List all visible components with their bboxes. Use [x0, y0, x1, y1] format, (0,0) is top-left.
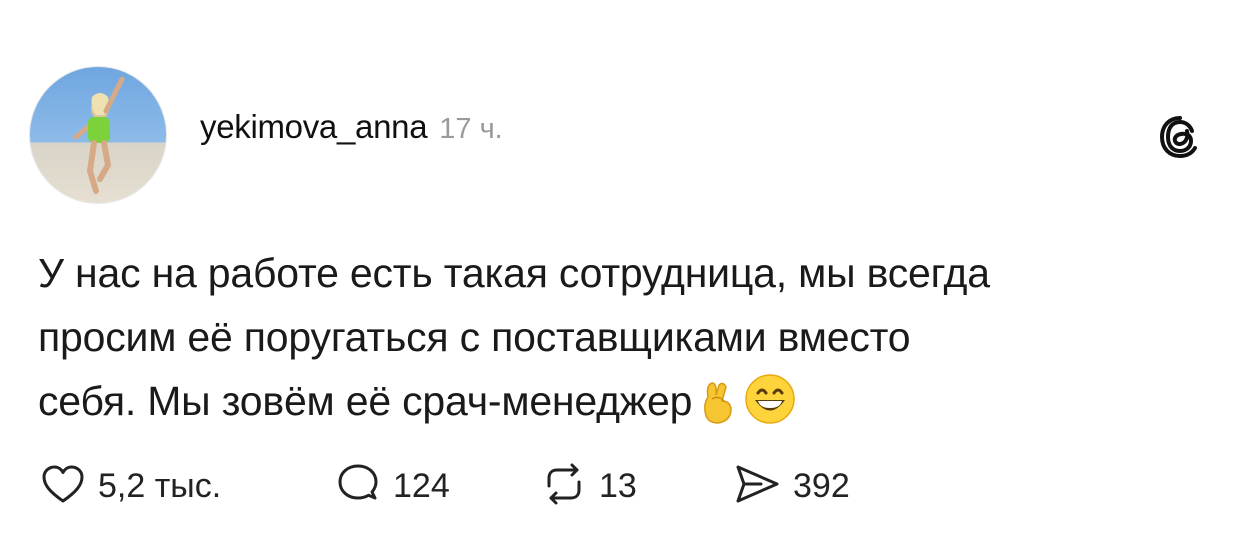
send-icon — [733, 462, 781, 511]
grinning-face-emoji — [744, 373, 796, 443]
comment-icon — [335, 462, 381, 511]
post-text-line: У нас на работе есть такая сотрудница, м… — [38, 250, 990, 296]
crossed-fingers-emoji — [698, 377, 738, 443]
post-header: yekimova_anna 17 ч. — [200, 108, 503, 158]
repost-button[interactable]: 13 — [541, 456, 637, 516]
threads-post: yekimova_anna 17 ч. У нас на работе есть… — [0, 0, 1242, 541]
reply-button[interactable]: 124 — [335, 456, 450, 516]
share-count: 392 — [793, 466, 850, 505]
share-button[interactable]: 392 — [733, 456, 850, 516]
timestamp: 17 ч. — [439, 113, 503, 145]
username[interactable]: yekimova_anna — [200, 108, 428, 146]
threads-logo-icon — [1156, 113, 1204, 161]
post-text-line-last: себя. Мы зовём её срач-менеджер — [38, 369, 1198, 443]
heart-icon — [40, 463, 86, 510]
post-text: У нас на работе есть такая сотрудница, м… — [38, 241, 1198, 443]
like-count: 5,2 тыс. — [98, 466, 222, 505]
action-bar: 5,2 тыс. 124 13 392 — [0, 456, 1242, 516]
post-text-line-content: себя. Мы зовём её срач-менеджер — [38, 378, 693, 424]
repost-icon — [541, 462, 587, 511]
reply-count: 124 — [393, 466, 450, 505]
avatar[interactable] — [30, 67, 166, 203]
repost-count: 13 — [599, 466, 637, 505]
avatar-photo — [73, 76, 125, 194]
post-text-line: просим её поругаться с поставщиками вмес… — [38, 314, 911, 360]
like-button[interactable]: 5,2 тыс. — [40, 456, 221, 516]
